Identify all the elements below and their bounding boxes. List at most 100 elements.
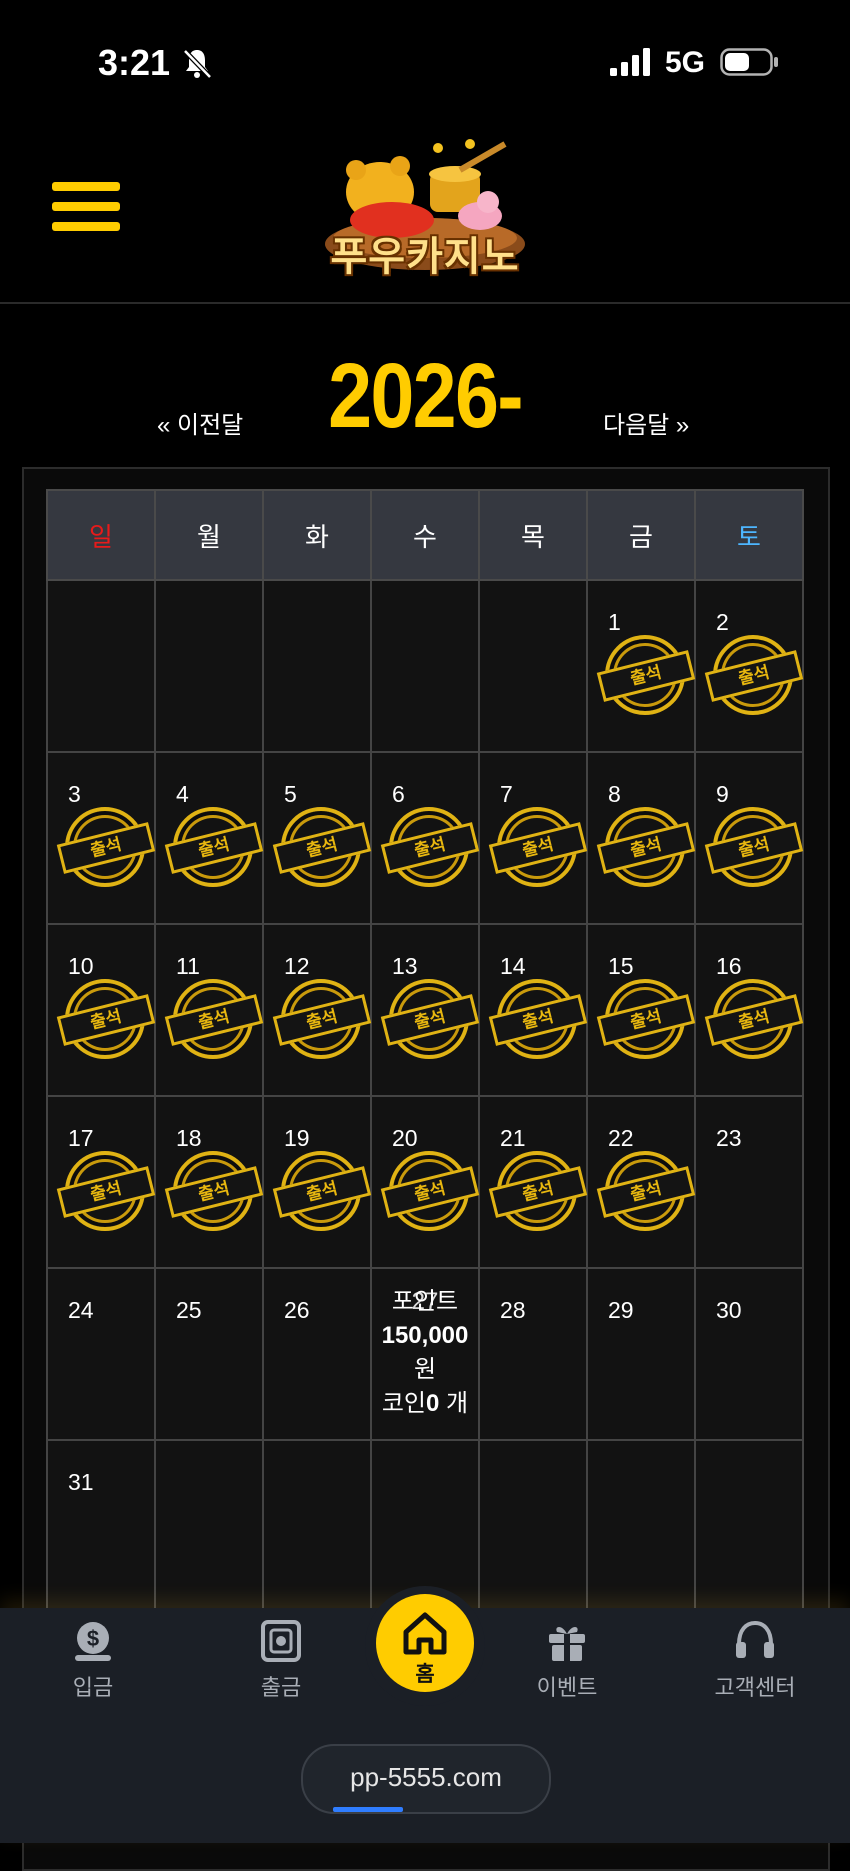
calendar-day-10[interactable]: 10 출석	[46, 923, 156, 1097]
page-load-progress	[333, 1807, 403, 1812]
day-number: 3	[68, 781, 81, 807]
attendance-stamp-label: 출석	[56, 1166, 156, 1218]
attendance-stamp-label: 출석	[596, 822, 696, 874]
day-number: 20	[392, 1125, 418, 1151]
weekday-fri: 금	[586, 489, 696, 581]
calendar-empty-cell	[694, 1439, 804, 1613]
safe-icon	[261, 1620, 301, 1662]
app-header: 푸우카지노	[0, 120, 850, 304]
calendar-day-12[interactable]: 12 출석	[262, 923, 372, 1097]
weekday-tue: 화	[262, 489, 372, 581]
attendance-stamp-label: 출석	[164, 1166, 264, 1218]
status-time: 3:21	[98, 42, 171, 83]
calendar-day-28[interactable]: 28	[478, 1267, 588, 1441]
calendar-day-27[interactable]: 27 포인트 150,000 원 코인0 개	[370, 1267, 480, 1441]
calendar-day-9[interactable]: 9 출석	[694, 751, 804, 925]
calendar-day-23[interactable]: 23	[694, 1095, 804, 1269]
calendar-day-16[interactable]: 16 출석	[694, 923, 804, 1097]
attendance-stamp-icon: 출석	[596, 1151, 696, 1231]
today-reward-info: 27 포인트 150,000 원 코인0 개	[372, 1285, 478, 1421]
weekday-mon: 월	[154, 489, 264, 581]
calendar-day-13[interactable]: 13 출석	[370, 923, 480, 1097]
attendance-stamp-label: 출석	[56, 822, 156, 874]
weekday-header-row: 일 월 화 수 목 금 토	[46, 489, 804, 581]
calendar-day-6[interactable]: 6 출석	[370, 751, 480, 925]
home-icon	[403, 1612, 447, 1655]
point-unit: 원	[413, 1356, 437, 1383]
calendar-day-31[interactable]: 31	[46, 1439, 156, 1613]
calendar-empty-cell	[154, 1439, 264, 1613]
url-bar[interactable]: pp-5555.com	[301, 1744, 551, 1814]
calendar-day-1[interactable]: 1 출석	[586, 579, 696, 753]
calendar-day-19[interactable]: 19 출석	[262, 1095, 372, 1269]
today-day-number: 27	[411, 1288, 439, 1315]
calendar-day-18[interactable]: 18 출석	[154, 1095, 264, 1269]
day-number: 5	[284, 781, 297, 807]
headset-icon	[736, 1620, 774, 1658]
calendar-day-15[interactable]: 15 출석	[586, 923, 696, 1097]
attendance-stamp-label: 출석	[488, 822, 588, 874]
day-number: 14	[500, 953, 526, 979]
attendance-stamp-label: 출석	[596, 650, 696, 702]
calendar-day-3[interactable]: 3 출석	[46, 751, 156, 925]
next-month-link[interactable]: 다음달 »	[603, 405, 689, 440]
weekday-sun: 일	[46, 489, 156, 581]
calendar-day-22[interactable]: 22 출석	[586, 1095, 696, 1269]
attendance-stamp-icon: 출석	[56, 1151, 156, 1231]
calendar-day-8[interactable]: 8 출석	[586, 751, 696, 925]
day-number: 9	[716, 781, 729, 807]
prev-month-link[interactable]: « 이전달	[157, 405, 243, 440]
day-number: 17	[68, 1125, 94, 1151]
coin-value: 0	[426, 1390, 440, 1417]
nav-event[interactable]: 이벤트	[507, 1618, 627, 1702]
calendar-day-26[interactable]: 26	[262, 1267, 372, 1441]
attendance-stamp-icon: 출석	[380, 1151, 480, 1231]
day-number: 13	[392, 953, 418, 979]
calendar-day-14[interactable]: 14 출석	[478, 923, 588, 1097]
day-number: 6	[392, 781, 405, 807]
coin-unit: 개	[446, 1390, 469, 1417]
day-number: 22	[608, 1125, 634, 1151]
calendar-day-11[interactable]: 11 출석	[154, 923, 264, 1097]
day-number: 30	[716, 1297, 742, 1323]
attendance-stamp-label: 출석	[488, 994, 588, 1046]
calendar-empty-cell	[262, 1439, 372, 1613]
day-number: 10	[68, 953, 94, 979]
calendar-day-2[interactable]: 2 출석	[694, 579, 804, 753]
calendar-empty-cell	[154, 579, 264, 753]
calendar-day-4[interactable]: 4 출석	[154, 751, 264, 925]
attendance-stamp-label: 출석	[596, 994, 696, 1046]
calendar-empty-cell	[46, 579, 156, 753]
day-number: 21	[500, 1125, 526, 1151]
calendar-empty-cell	[478, 1439, 588, 1613]
day-number: 2	[716, 609, 729, 635]
attendance-stamp-icon: 출석	[272, 1151, 372, 1231]
bell-muted-icon	[183, 49, 212, 79]
calendar-empty-cell	[370, 579, 480, 753]
calendar-day-20[interactable]: 20 출석	[370, 1095, 480, 1269]
nav-withdraw[interactable]: 출금	[221, 1618, 341, 1702]
day-number: 4	[176, 781, 189, 807]
logo[interactable]: 푸우카지노	[300, 134, 550, 296]
attendance-stamp-label: 출석	[704, 650, 804, 702]
hamburger-menu-icon[interactable]	[52, 182, 120, 242]
calendar-body: 1 출석 2 출석 3 출석 4 출석 5 출석 6 출석 7 출석 8 출석 9 출석 10 출석 11 출석 12 출석 1…	[46, 579, 804, 1613]
calendar-day-25[interactable]: 25	[154, 1267, 264, 1441]
nav-support[interactable]: 고객센터	[695, 1618, 815, 1702]
nav-deposit[interactable]: $ 입금	[33, 1618, 153, 1702]
bottom-navigation: $ 입금 출금 홈 이벤트 고객센터 pp-5555.com	[0, 1586, 850, 1843]
calendar-day-17[interactable]: 17 출석	[46, 1095, 156, 1269]
calendar-day-24[interactable]: 24	[46, 1267, 156, 1441]
day-number: 28	[500, 1297, 526, 1323]
calendar-day-30[interactable]: 30	[694, 1267, 804, 1441]
calendar-day-29[interactable]: 29	[586, 1267, 696, 1441]
day-number: 31	[68, 1469, 94, 1495]
day-number: 26	[284, 1297, 310, 1323]
attendance-stamp-label: 출석	[272, 1166, 372, 1218]
nav-home[interactable]: 홈	[376, 1594, 474, 1692]
attendance-stamp-icon: 출석	[56, 979, 156, 1059]
calendar-day-21[interactable]: 21 출석	[478, 1095, 588, 1269]
calendar-day-5[interactable]: 5 출석	[262, 751, 372, 925]
calendar-day-7[interactable]: 7 출석	[478, 751, 588, 925]
attendance-stamp-label: 출석	[380, 994, 480, 1046]
